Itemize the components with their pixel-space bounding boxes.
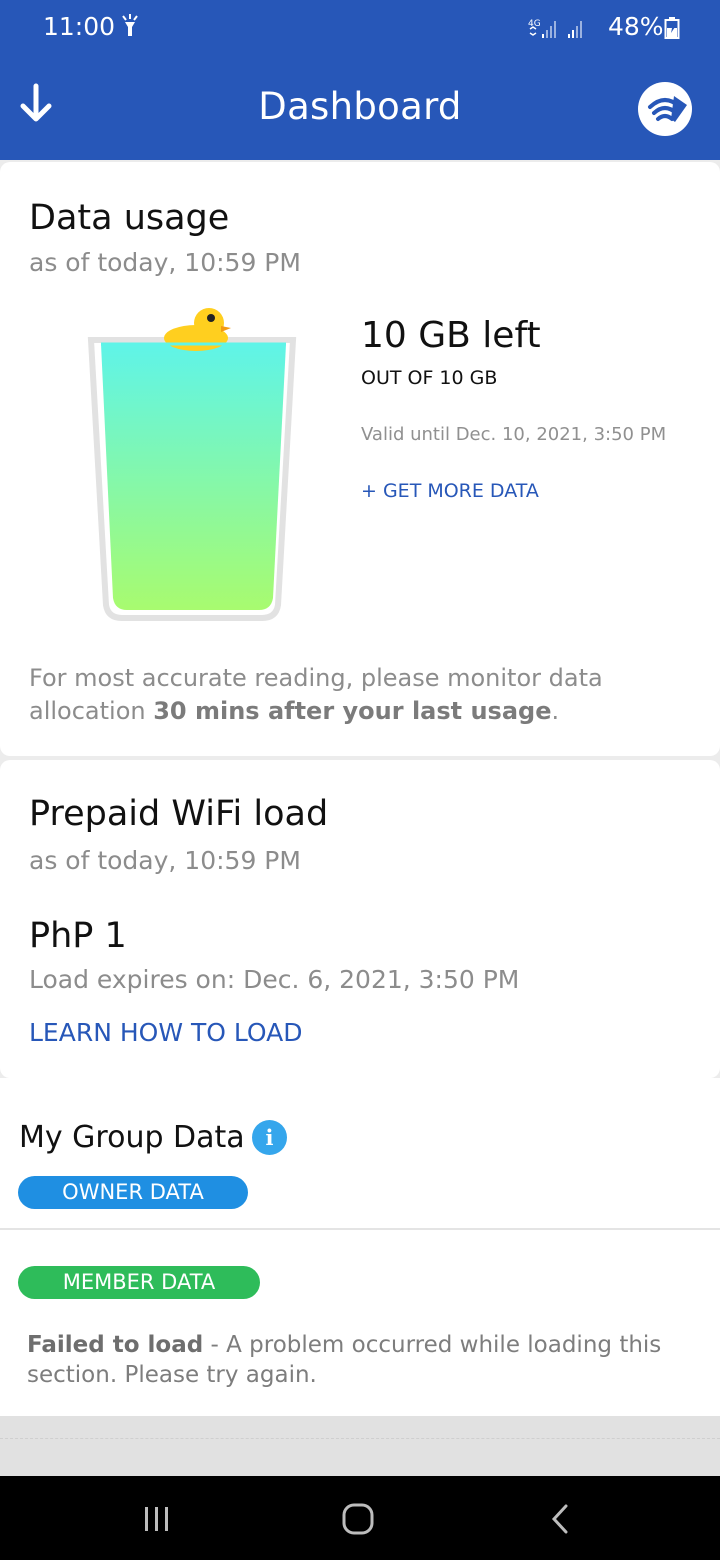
back-icon[interactable] — [546, 1502, 574, 1536]
data-usage-title: Data usage — [29, 198, 230, 238]
page-title: Dashboard — [258, 85, 462, 128]
data-usage-card: Data usage as of today, 10:59 PM 10 GB l… — [0, 162, 720, 756]
data-glass-illustration — [87, 308, 297, 621]
data-remaining: 10 GB left — [361, 315, 541, 356]
load-expiry: Load expires on: Dec. 6, 2021, 3:50 PM — [29, 965, 520, 994]
accuracy-note: For most accurate reading, please monito… — [29, 662, 669, 728]
recents-icon[interactable] — [140, 1504, 174, 1534]
prepaid-wifi-card: Prepaid WiFi load as of today, 10:59 PM … — [0, 760, 720, 1078]
signal-icon: 4G — [528, 19, 582, 38]
content-footer — [0, 1416, 720, 1476]
battery-percentage: 48% — [608, 12, 664, 41]
divider — [0, 1228, 720, 1230]
load-balance: PhP 1 — [29, 916, 127, 956]
get-more-data-link[interactable]: + GET MORE DATA — [361, 480, 539, 502]
wifi-logo-icon — [648, 96, 687, 122]
status-time: 11:00 — [43, 12, 116, 41]
system-nav-bar — [0, 1476, 720, 1560]
owner-data-tab[interactable]: OWNER DATA — [18, 1176, 248, 1209]
group-data-title: My Group Data — [19, 1120, 245, 1155]
data-total: OUT OF 10 GB — [361, 367, 498, 389]
wifi-logo-button[interactable] — [638, 82, 692, 136]
member-data-tab[interactable]: MEMBER DATA — [18, 1266, 260, 1299]
status-bar: 11:00 4G 48% — [0, 0, 720, 58]
battery-icon — [664, 17, 680, 39]
accuracy-note-bold: 30 mins after your last usage — [153, 697, 552, 725]
learn-how-to-load-link[interactable]: LEARN HOW TO LOAD — [29, 1018, 303, 1047]
info-icon[interactable]: i — [252, 1120, 287, 1155]
group-data-section: My Group Data i OWNER DATA MEMBER DATA F… — [0, 1078, 720, 1416]
data-usage-as-of: as of today, 10:59 PM — [29, 248, 301, 277]
prepaid-wifi-title: Prepaid WiFi load — [29, 794, 329, 834]
load-error-message: Failed to load - A problem occurred whil… — [27, 1330, 677, 1390]
data-valid-until: Valid until Dec. 10, 2021, 3:50 PM — [361, 424, 667, 445]
accuracy-note-suffix: . — [551, 697, 560, 725]
prepaid-wifi-as-of: as of today, 10:59 PM — [29, 846, 301, 875]
error-title: Failed to load — [27, 1332, 204, 1358]
home-icon[interactable] — [340, 1502, 376, 1536]
app-bar: Dashboard — [0, 58, 720, 160]
flashlight-icon — [122, 14, 138, 36]
